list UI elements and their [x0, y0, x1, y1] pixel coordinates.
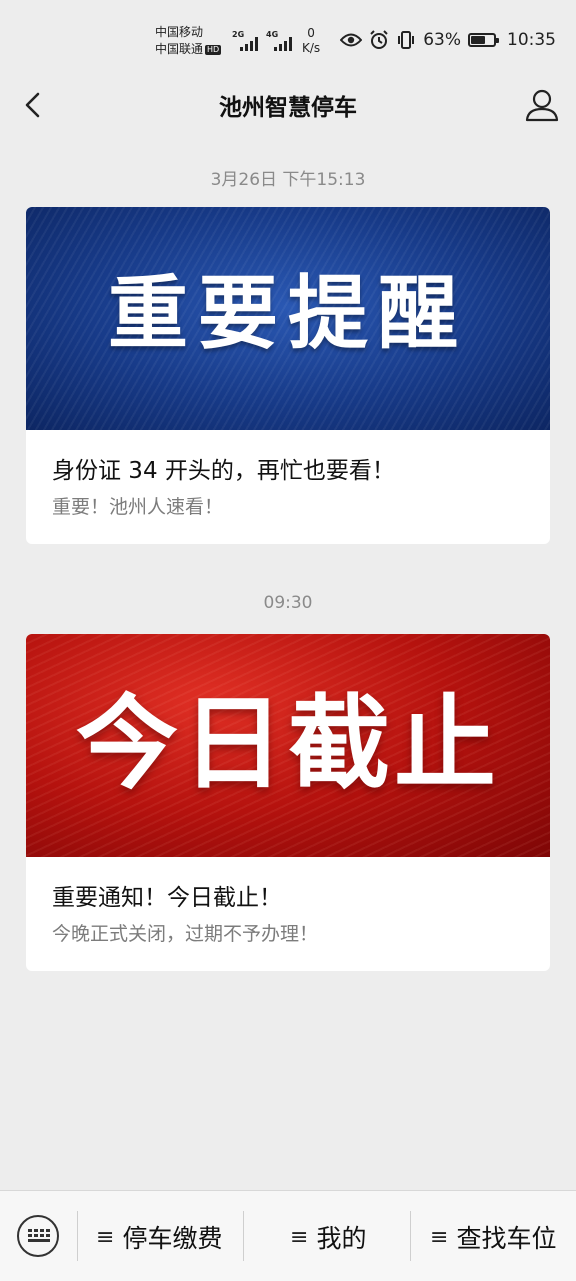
carrier-2: 中国联通: [155, 42, 204, 56]
keyboard-toggle-button[interactable]: [17, 1215, 59, 1257]
user-icon: [525, 89, 559, 122]
menu-lines-icon: ≡: [96, 1224, 115, 1250]
battery-icon: [468, 33, 499, 47]
article-card[interactable]: 今日截止 重要通知！今日截止！ 今晚正式关闭，过期不予办理！: [26, 634, 550, 971]
menu-item-label: 我的: [316, 1224, 367, 1253]
article-subtitle: 重要！池州人速看！: [52, 496, 224, 518]
menu-divider: [410, 1211, 411, 1261]
eye-icon: [340, 33, 363, 47]
page-title: 池州智慧停车: [219, 95, 357, 121]
banner-text: 重要提醒: [108, 267, 468, 360]
banner-text: 今日截止: [76, 685, 500, 804]
menu-divider: [243, 1211, 244, 1261]
article-title: 身份证 34 开头的，再忙也要看！: [52, 458, 395, 484]
bottom-menu: ≡ 停车缴费 ≡ 我的 ≡ 查找车位: [0, 1190, 576, 1281]
menu-lines-icon: ≡: [430, 1224, 449, 1250]
message-timestamp: 3月26日 下午15:13: [210, 170, 366, 190]
menu-item-mine[interactable]: ≡ 我的: [290, 1221, 366, 1253]
clock-time: 10:35: [507, 30, 556, 50]
article-banner: 今日截止: [26, 634, 550, 857]
nav-bar: 池州智慧停车: [0, 74, 576, 136]
network-speed: 0 K/s: [302, 26, 321, 55]
menu-item-find-spot[interactable]: ≡ 查找车位: [430, 1221, 556, 1253]
article-card[interactable]: 重要提醒 身份证 34 开头的，再忙也要看！ 重要！池州人速看！: [26, 207, 550, 544]
menu-item-parking-payment[interactable]: ≡ 停车缴费: [96, 1221, 222, 1253]
alarm-icon: [370, 30, 388, 49]
article-banner: 重要提醒: [26, 207, 550, 430]
article-subtitle: 今晚正式关闭，过期不予办理！: [52, 923, 319, 945]
menu-lines-icon: ≡: [290, 1224, 309, 1250]
message-timestamp: 09:30: [263, 593, 313, 613]
battery-percent: 63%: [423, 30, 461, 50]
carrier-1: 中国移动: [155, 25, 204, 39]
carrier-info: 中国移动 中国联通 HD: [155, 24, 222, 58]
menu-item-label: 停车缴费: [122, 1224, 223, 1253]
hd-badge: HD: [205, 44, 222, 55]
keyboard-icon: [28, 1229, 50, 1242]
article-title: 重要通知！今日截止！: [52, 885, 282, 911]
menu-item-label: 查找车位: [456, 1224, 557, 1253]
vibrate-icon: [398, 31, 415, 49]
menu-divider: [77, 1211, 78, 1261]
profile-button[interactable]: [522, 84, 562, 126]
